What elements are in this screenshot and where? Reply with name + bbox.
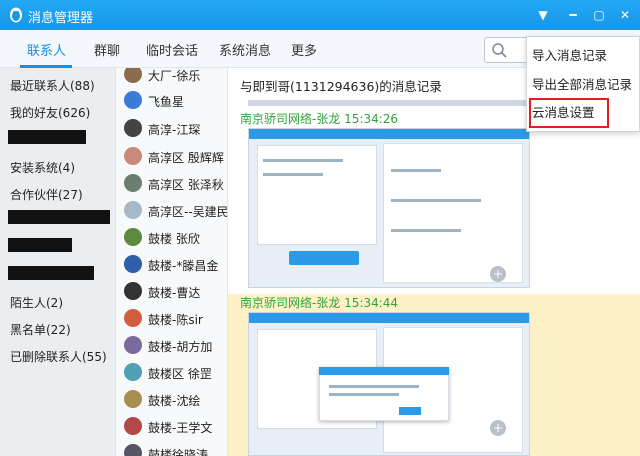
settings-dropdown-menu: 导入消息记录 导出全部消息记录 云消息设置 xyxy=(526,36,640,132)
minimize-button[interactable]: ━ xyxy=(562,4,584,26)
close-icon: ✕ xyxy=(619,8,631,22)
friend-item[interactable]: 鼓楼徐晓涛 xyxy=(124,443,227,456)
image-content xyxy=(329,393,399,396)
message-image[interactable] xyxy=(248,128,530,288)
maximize-icon: ▢ xyxy=(593,8,605,22)
avatar xyxy=(124,201,142,219)
friend-item[interactable]: 高淳区 张泽秋 xyxy=(124,173,227,195)
avatar xyxy=(124,174,142,192)
image-content xyxy=(399,407,421,415)
friend-item[interactable]: 鼓楼区 徐罡 xyxy=(124,362,227,384)
friend-item[interactable]: 飞鱼星 xyxy=(124,90,227,112)
avatar xyxy=(124,363,142,381)
image-content xyxy=(319,367,449,375)
friend-item[interactable]: 鼓楼 张欣 xyxy=(124,227,227,249)
avatar xyxy=(124,309,142,327)
search-icon xyxy=(492,43,507,58)
image-titlebar xyxy=(249,313,529,323)
tab-system-messages[interactable]: 系统消息 xyxy=(219,40,271,59)
previous-image-edge xyxy=(248,100,530,106)
friend-item[interactable]: 鼓楼-王学文 xyxy=(124,416,227,438)
highlight-box xyxy=(529,98,609,128)
friend-item[interactable]: 鼓楼-陈sir xyxy=(124,308,227,330)
window-title: 消息管理器 xyxy=(28,11,94,26)
image-content xyxy=(289,251,359,265)
group-my-friends[interactable]: 我的好友(626) xyxy=(10,104,90,121)
record-title: 与即到哥(1131294636)的消息记录 xyxy=(240,79,442,94)
image-titlebar xyxy=(249,129,529,139)
image-content xyxy=(391,199,481,202)
avatar xyxy=(124,336,142,354)
triangle-down-icon: ▼ xyxy=(538,8,548,22)
friend-item[interactable]: 高淳区 殷辉辉 xyxy=(124,146,227,168)
tab-group-chat[interactable]: 群聊 xyxy=(94,40,120,59)
close-button[interactable]: ✕ xyxy=(614,4,636,26)
maximize-button[interactable]: ▢ xyxy=(588,4,610,26)
avatar xyxy=(124,91,142,109)
group-recent-contacts[interactable]: 最近联系人(88) xyxy=(10,77,95,94)
avatar xyxy=(124,444,142,456)
menu-dropdown-button[interactable]: ▼ xyxy=(532,4,554,26)
friend-list: 大厂-徐乐 飞鱼星 高淳-江琛 高淳区 殷辉辉 高淳区 张泽秋 高淳区--吴建民… xyxy=(116,68,228,456)
friend-item[interactable]: 鼓楼-曹达 xyxy=(124,281,227,303)
redacted-group[interactable] xyxy=(8,238,72,252)
avatar xyxy=(124,68,142,83)
tab-temp-session[interactable]: 临时会话 xyxy=(146,40,198,59)
minimize-icon: ━ xyxy=(569,8,577,22)
group-strangers[interactable]: 陌生人(2) xyxy=(10,294,63,311)
tab-contacts[interactable]: 联系人 xyxy=(27,40,66,59)
redacted-group[interactable] xyxy=(8,130,86,144)
avatar xyxy=(124,119,142,137)
avatar xyxy=(124,390,142,408)
message-sender: 南京骄司网络-张龙 15:34:26 xyxy=(240,112,399,126)
image-content xyxy=(263,159,343,162)
image-content xyxy=(391,169,441,172)
friend-item[interactable]: 高淳区--吴建民 xyxy=(124,200,227,222)
title-bar: 消息管理器 ▼ ━ ▢ ✕ xyxy=(0,0,640,30)
friend-item[interactable]: 高淳-江琛 xyxy=(124,118,227,140)
friend-item[interactable]: 鼓楼-胡方加 xyxy=(124,335,227,357)
qq-penguin-icon xyxy=(10,7,22,23)
image-content xyxy=(329,385,419,388)
friend-item[interactable]: 鼓楼-*滕昌金 xyxy=(124,254,227,276)
avatar xyxy=(124,147,142,165)
group-blacklist[interactable]: 黑名单(22) xyxy=(10,321,71,338)
group-deleted-contacts[interactable]: 已删除联系人(55) xyxy=(10,348,107,365)
zoom-in-icon[interactable]: + xyxy=(490,266,506,282)
friend-item[interactable]: 鼓楼-沈绘 xyxy=(124,389,227,411)
redacted-group[interactable] xyxy=(8,210,110,224)
friend-item[interactable]: 大厂-徐乐 xyxy=(124,68,227,86)
avatar xyxy=(124,228,142,246)
message-sender: 南京骄司网络-张龙 15:34:44 xyxy=(240,296,399,310)
message-image[interactable] xyxy=(248,312,530,456)
group-partners[interactable]: 合作伙伴(27) xyxy=(10,186,83,203)
image-content xyxy=(391,229,461,232)
menu-item-export-all-records[interactable]: 导出全部消息记录 xyxy=(527,72,639,98)
group-list: 最近联系人(88) 我的好友(626) 安装系统(4) 合作伙伴(27) 陌生人… xyxy=(0,68,116,456)
avatar xyxy=(124,282,142,300)
zoom-in-icon[interactable]: + xyxy=(490,420,506,436)
avatar xyxy=(124,255,142,273)
avatar xyxy=(124,417,142,435)
group-install-system[interactable]: 安装系统(4) xyxy=(10,159,75,176)
image-content xyxy=(263,173,323,176)
tab-more[interactable]: 更多 xyxy=(291,40,317,59)
image-content xyxy=(383,143,523,283)
redacted-group[interactable] xyxy=(8,266,94,280)
menu-item-import-records[interactable]: 导入消息记录 xyxy=(527,43,639,69)
message-manager-window: 消息管理器 ▼ ━ ▢ ✕ 联系人 群聊 临时会话 系统消息 更多 最近联系人(… xyxy=(0,0,640,456)
